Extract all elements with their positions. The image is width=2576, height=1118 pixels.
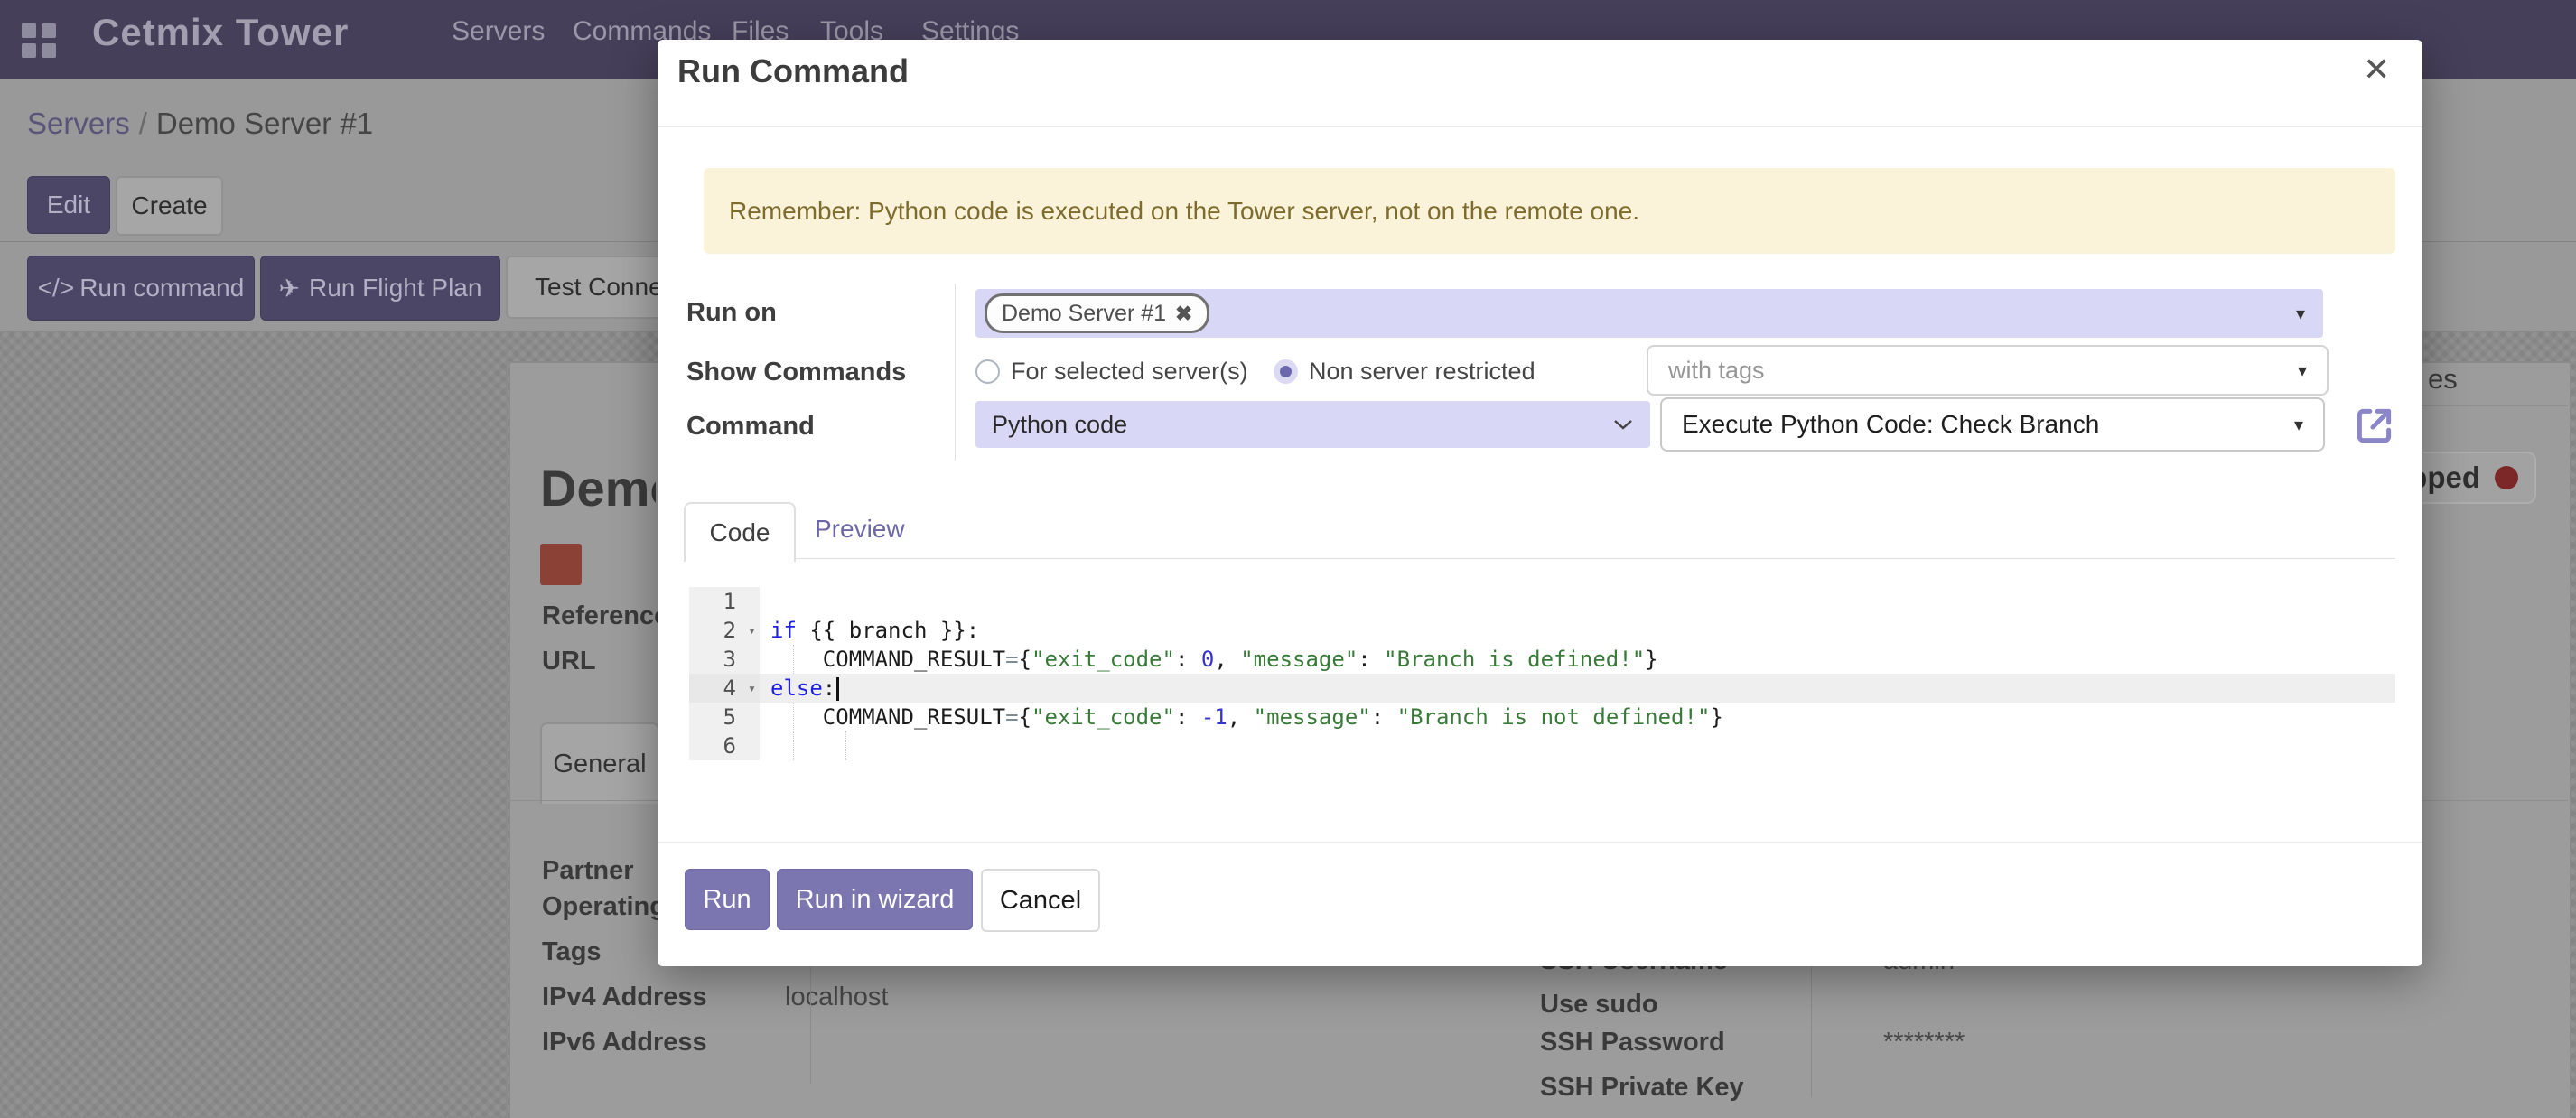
field-label: Use sudo — [1540, 990, 1658, 1020]
status-stopped-dot-icon — [2495, 466, 2518, 489]
tab-preview[interactable]: Preview — [815, 515, 905, 544]
server-color-swatch[interactable] — [540, 544, 582, 585]
editor-line[interactable]: 1 — [689, 587, 2395, 616]
run-in-wizard-button[interactable]: Run in wizard — [777, 869, 973, 930]
create-button[interactable]: Create — [116, 176, 223, 236]
radio-on-icon[interactable] — [1274, 359, 1298, 384]
field-label: IPv6 Address — [542, 1028, 707, 1057]
radio-non-server-restricted[interactable]: Non server restricted — [1274, 358, 1535, 386]
chevron-down-icon — [1612, 418, 1634, 431]
cancel-button[interactable]: Cancel — [981, 869, 1100, 932]
field-label: SSH Private Key — [1540, 1073, 1744, 1103]
editor-line[interactable]: 5 COMMAND_RESULT={"exit_code": -1, "mess… — [689, 703, 2395, 731]
modal-footer-divider — [658, 842, 2422, 843]
modal-title: Run Command — [677, 52, 909, 90]
editor-line[interactable]: 3 COMMAND_RESULT={"exit_code": 0, "messa… — [689, 645, 2395, 674]
radio-for-selected-servers[interactable]: For selected server(s) — [975, 358, 1248, 386]
radio-off-icon[interactable] — [975, 359, 1000, 384]
line-number: 3 — [689, 645, 760, 674]
code-editor[interactable]: 12▾if {{ branch }}:3 COMMAND_RESULT={"ex… — [689, 587, 2395, 762]
chevron-down-icon[interactable]: ▾ — [2296, 303, 2305, 325]
fold-caret-icon[interactable]: ▾ — [748, 616, 756, 645]
external-link-icon[interactable] — [2352, 403, 2397, 452]
field-value: localhost — [785, 983, 888, 1012]
line-number: 5 — [689, 703, 760, 731]
line-number: 2▾ — [689, 616, 760, 645]
plane-icon: ✈ — [279, 274, 300, 303]
indent-guide — [845, 731, 846, 760]
tab-code[interactable]: Code — [684, 502, 796, 562]
chevron-down-icon: ▾ — [2294, 414, 2303, 436]
chevron-down-icon: ▾ — [2298, 359, 2307, 382]
code-icon: </> — [38, 274, 74, 303]
command-dropdown[interactable]: Execute Python Code: Check Branch ▾ — [1660, 397, 2325, 452]
url-label: URL — [542, 647, 596, 676]
line-number: 4▾ — [689, 674, 760, 703]
form-column-separator — [955, 284, 956, 461]
tab-underline — [684, 558, 2395, 559]
tag-remove-icon[interactable]: ✖ — [1175, 302, 1192, 326]
breadcrumb-current: Demo Server #1 — [156, 107, 373, 140]
with-tags-dropdown[interactable]: with tags ▾ — [1647, 345, 2329, 396]
server-tag[interactable]: Demo Server #1 ✖ — [985, 293, 1209, 333]
stat-button-fragment[interactable]: es — [2428, 363, 2458, 396]
app-root: Cetmix Tower Servers Commands Files Tool… — [0, 0, 2576, 1118]
field-value: ******** — [1883, 1028, 1965, 1057]
indent-guide — [793, 645, 794, 674]
indent-guide — [793, 703, 794, 731]
field-label: IPv4 Address — [542, 983, 707, 1012]
run-on-field[interactable]: Demo Server #1 ✖ ▾ — [975, 289, 2323, 338]
close-icon[interactable]: ✕ — [2363, 51, 2390, 89]
tab-general[interactable]: General — [540, 722, 659, 804]
breadcrumb-separator: / — [130, 107, 156, 140]
edit-button[interactable]: Edit — [27, 176, 110, 234]
app-brand[interactable]: Cetmix Tower — [92, 11, 349, 54]
field-label: Tags — [542, 937, 602, 967]
apps-grid-icon[interactable] — [22, 23, 56, 58]
reference-label: Reference — [542, 601, 668, 631]
field-label: Partner — [542, 856, 634, 886]
text-cursor — [836, 677, 839, 701]
breadcrumb-servers-link[interactable]: Servers — [27, 107, 130, 140]
editor-line[interactable]: 2▾if {{ branch }}: — [689, 616, 2395, 645]
field-label: SSH Password — [1540, 1028, 1725, 1057]
editor-line[interactable]: 6 — [689, 731, 2395, 760]
server-title: Demo — [540, 459, 656, 517]
breadcrumb: Servers/Demo Server #1 — [27, 107, 373, 141]
show-commands-label: Show Commands — [686, 358, 906, 387]
run-button[interactable]: Run — [685, 869, 770, 930]
editor-line[interactable]: 4▾else: — [689, 674, 2395, 703]
run-flight-plan-button[interactable]: ✈ Run Flight Plan — [260, 256, 500, 321]
fold-caret-icon[interactable]: ▾ — [748, 674, 756, 703]
run-on-label: Run on — [686, 298, 777, 328]
line-number: 1 — [689, 587, 760, 616]
command-label: Command — [686, 412, 815, 442]
indent-guide — [793, 731, 794, 760]
field-label: Operating — [542, 892, 666, 922]
python-warning-alert: Remember: Python code is executed on the… — [704, 168, 2395, 254]
line-number: 6 — [689, 731, 760, 760]
nav-item-servers[interactable]: Servers — [452, 16, 545, 47]
run-command-button[interactable]: </> Run command — [27, 256, 255, 321]
modal-header-divider — [658, 126, 2422, 127]
command-type-select[interactable]: Python code — [975, 401, 1650, 448]
